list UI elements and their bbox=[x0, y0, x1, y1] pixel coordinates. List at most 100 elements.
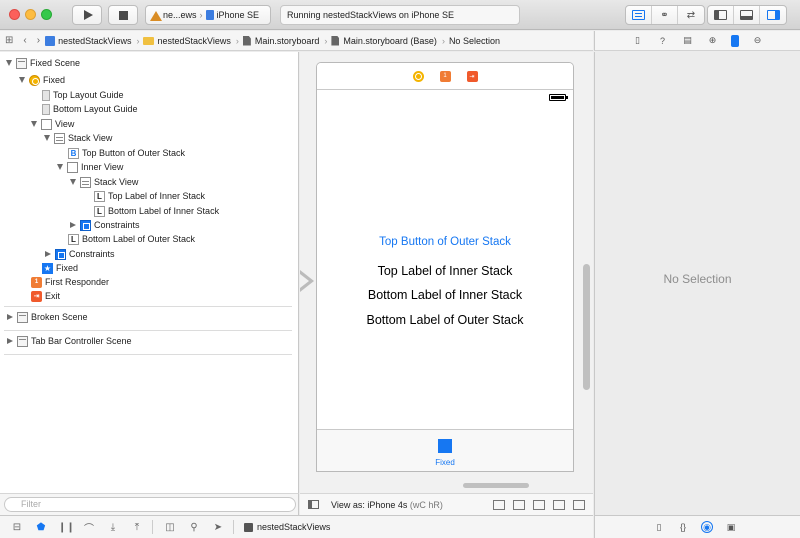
outline-row-bottom-label-outer[interactable]: L Bottom Label of Outer Stack bbox=[68, 232, 195, 246]
canvas-horizontal-scrollbar[interactable] bbox=[463, 483, 529, 488]
back-arrow-icon[interactable]: ‹ bbox=[23, 35, 26, 46]
outline-row-inner-view[interactable]: Inner View bbox=[57, 160, 123, 174]
outline-row-first-responder[interactable]: 1 First Responder bbox=[31, 275, 109, 289]
file-inspector-icon[interactable]: ▯ bbox=[631, 34, 644, 47]
canvas-bottom-bar: View as: iPhone 4s (wC hR) bbox=[300, 493, 593, 515]
outline-row-top-layout-guide[interactable]: Top Layout Guide bbox=[42, 88, 124, 102]
disclosure-open-icon[interactable] bbox=[6, 60, 12, 66]
close-window-button[interactable] bbox=[9, 9, 20, 20]
outline-row-label: Bottom Layout Guide bbox=[53, 104, 138, 114]
outline-row-constraints[interactable]: Constraints bbox=[44, 247, 115, 261]
breadcrumb-selection[interactable]: No Selection bbox=[449, 36, 500, 46]
resolve-issues-icon[interactable] bbox=[573, 499, 585, 510]
related-items-icon[interactable]: ⊞ bbox=[5, 35, 13, 46]
scene-icon bbox=[16, 57, 27, 69]
toggle-navigator-button[interactable] bbox=[708, 6, 734, 24]
bottom-label-inner-stack[interactable]: Bottom Label of Inner Stack bbox=[317, 288, 573, 302]
disclosure-closed-icon[interactable] bbox=[45, 251, 51, 257]
memory-graph-icon[interactable]: ⚲ bbox=[187, 522, 201, 533]
top-label-inner-stack[interactable]: Top Label of Inner Stack bbox=[317, 264, 573, 278]
location-icon[interactable]: ➤ bbox=[211, 522, 225, 533]
layout-guide-icon bbox=[42, 103, 50, 115]
breadcrumb-storyboard-base[interactable]: Main.storyboard (Base) › bbox=[331, 35, 445, 46]
outline-row-inner-constraints[interactable]: Constraints bbox=[69, 218, 140, 232]
outline-divider bbox=[4, 330, 292, 331]
outline-row-stack-view[interactable]: Stack View bbox=[44, 131, 112, 145]
top-button-outer-stack[interactable]: Top Button of Outer Stack bbox=[317, 236, 573, 248]
pin-icon[interactable] bbox=[553, 499, 565, 510]
identity-inspector-icon[interactable]: ▤ bbox=[681, 34, 694, 47]
hide-debug-area-icon[interactable]: ⊟ bbox=[10, 522, 24, 533]
stop-button[interactable] bbox=[108, 5, 138, 25]
toggle-debug-area-button[interactable] bbox=[734, 6, 760, 24]
chevron-right-icon: › bbox=[324, 35, 328, 46]
outline-row-inner-stack-view[interactable]: Stack View bbox=[70, 175, 138, 189]
exit-icon[interactable]: ⇥ bbox=[466, 70, 478, 82]
quick-help-icon[interactable]: ? bbox=[656, 34, 669, 47]
tab-item-label[interactable]: Fixed bbox=[317, 458, 573, 467]
standard-editor-button[interactable] bbox=[626, 6, 652, 24]
canvas-vertical-scrollbar[interactable] bbox=[583, 264, 590, 390]
breadcrumb-storyboard[interactable]: Main.storyboard › bbox=[242, 35, 328, 46]
navigator-panel-icon bbox=[714, 10, 727, 20]
outline-row-bottom-label-inner[interactable]: L Bottom Label of Inner Stack bbox=[94, 204, 219, 218]
pause-icon[interactable]: ❙❙ bbox=[58, 522, 75, 533]
connections-inspector-icon[interactable]: ⊖ bbox=[751, 34, 764, 47]
embed-in-stack-icon[interactable] bbox=[513, 499, 525, 510]
disclosure-open-icon[interactable] bbox=[70, 179, 76, 185]
attributes-inspector-icon[interactable]: ⊕ bbox=[706, 34, 719, 47]
view-hierarchy-icon[interactable]: ◫ bbox=[163, 522, 177, 533]
outline-row-broken-scene[interactable]: Broken Scene bbox=[6, 310, 88, 324]
view-controller-icon[interactable] bbox=[412, 70, 424, 82]
disclosure-closed-icon[interactable] bbox=[7, 338, 13, 344]
outline-row-exit[interactable]: ⇥ Exit bbox=[31, 289, 60, 303]
scene-view-controller[interactable]: 1 ⇥ Top Button of Outer Stack Top Label … bbox=[316, 62, 574, 472]
disclosure-closed-icon[interactable] bbox=[7, 314, 13, 320]
run-button[interactable] bbox=[72, 5, 102, 25]
disclosure-open-icon[interactable] bbox=[44, 135, 50, 141]
update-frames-icon[interactable] bbox=[493, 499, 505, 510]
disclosure-open-icon[interactable] bbox=[19, 77, 25, 83]
minimize-window-button[interactable] bbox=[25, 9, 36, 20]
first-responder-icon[interactable]: 1 bbox=[439, 70, 451, 82]
toggle-utilities-button[interactable] bbox=[760, 6, 786, 24]
outline-row-top-button[interactable]: B Top Button of Outer Stack bbox=[68, 146, 185, 160]
code-snippet-library-icon[interactable]: {} bbox=[677, 521, 689, 533]
document-outline-toggle-icon[interactable] bbox=[308, 500, 319, 509]
bottom-label-outer-stack[interactable]: Bottom Label of Outer Stack bbox=[317, 313, 573, 327]
disclosure-closed-icon[interactable] bbox=[70, 222, 76, 228]
step-over-icon[interactable]: ⌒ bbox=[82, 520, 96, 535]
view-as-device-selector[interactable]: View as: iPhone 4s (wC hR) bbox=[331, 500, 443, 510]
outline-row-fixed-scene[interactable]: Fixed Scene bbox=[6, 56, 80, 70]
disclosure-open-icon[interactable] bbox=[57, 164, 63, 170]
breadcrumb-project[interactable]: nestedStackViews › bbox=[45, 35, 139, 46]
outline-row-top-label-inner[interactable]: L Top Label of Inner Stack bbox=[94, 189, 205, 203]
zoom-window-button[interactable] bbox=[41, 9, 52, 20]
breadcrumb-folder[interactable]: nestedStackViews › bbox=[143, 36, 239, 46]
object-library-icon[interactable]: ◉ bbox=[701, 521, 713, 533]
debug-process-label[interactable]: nestedStackViews bbox=[257, 522, 330, 532]
step-into-icon[interactable]: ⤓ bbox=[106, 522, 120, 533]
outline-row-bottom-layout-guide[interactable]: Bottom Layout Guide bbox=[42, 102, 138, 116]
breakpoints-icon[interactable]: ⬟ bbox=[34, 522, 48, 533]
disclosure-open-icon[interactable] bbox=[31, 121, 37, 127]
outline-row-fixed-controller[interactable]: Fixed bbox=[19, 73, 65, 87]
outline-row-tab-bar-item[interactable]: ★ Fixed bbox=[42, 261, 78, 275]
size-inspector-icon[interactable] bbox=[731, 34, 739, 47]
outline-row-tab-bar-scene[interactable]: Tab Bar Controller Scene bbox=[6, 334, 132, 348]
view-icon bbox=[67, 161, 78, 173]
step-out-icon[interactable]: ⤒ bbox=[130, 522, 144, 533]
align-icon[interactable] bbox=[533, 499, 545, 510]
tab-item-square-icon[interactable] bbox=[438, 439, 452, 453]
forward-arrow-icon[interactable]: › bbox=[37, 35, 40, 46]
outline-row-view[interactable]: View bbox=[31, 117, 74, 131]
chevron-right-icon: › bbox=[441, 35, 445, 46]
media-library-icon[interactable]: ▣ bbox=[725, 521, 737, 533]
filter-input[interactable]: Filter bbox=[4, 497, 296, 512]
assistant-editor-button[interactable]: ⚭ bbox=[652, 6, 678, 24]
toolbar-divider bbox=[152, 520, 153, 534]
scheme-selector[interactable]: ne...ews › iPhone SE bbox=[145, 5, 271, 25]
version-editor-button[interactable]: ⇄ bbox=[678, 6, 704, 24]
storyboard-canvas[interactable]: 1 ⇥ Top Button of Outer Stack Top Label … bbox=[300, 52, 593, 493]
file-template-library-icon[interactable]: ▯ bbox=[653, 521, 665, 533]
